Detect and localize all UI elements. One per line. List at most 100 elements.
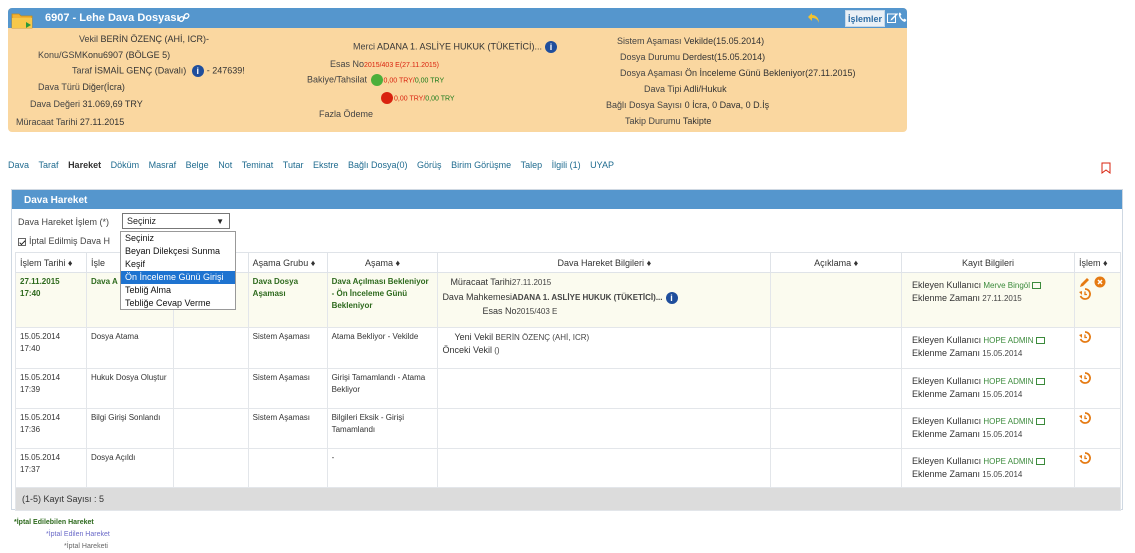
empty-cell bbox=[172, 448, 249, 488]
date-cell: 15.05.2014 17:37 bbox=[15, 448, 87, 488]
info-cell: Müracaat Tarihi27.11.2015 Dava Mahkemesi… bbox=[437, 272, 772, 328]
bakiye-field: Bakiye/Tahsilat 0,00 TRY/0,00 TRY bbox=[307, 74, 445, 86]
tab-bagli-dosya[interactable]: Bağlı Dosya(0) bbox=[348, 160, 408, 170]
tab-not[interactable]: Not bbox=[218, 160, 232, 170]
info-cell bbox=[437, 408, 772, 449]
link-icon[interactable] bbox=[178, 12, 190, 24]
arrow-down-icon bbox=[381, 92, 393, 104]
tab-talep[interactable]: Talep bbox=[521, 160, 543, 170]
tab-birim-gorusme[interactable]: Birim Görüşme bbox=[451, 160, 511, 170]
phone-icon[interactable] bbox=[898, 12, 907, 23]
edit-icon[interactable] bbox=[887, 12, 898, 23]
hareket-islem-dropdown[interactable]: Seçiniz Beyan Dilekçesi Sunma Keşif Ön İ… bbox=[120, 231, 236, 310]
kayit-cell: Ekleyen Kullanıcı HOPE ADMIN Eklenme Zam… bbox=[901, 368, 1075, 409]
actions-cell bbox=[1073, 368, 1122, 409]
history-icon[interactable] bbox=[1078, 452, 1091, 464]
vekil-field: Vekil BERİN ÖZENÇ (AHİ, ICR)- bbox=[79, 34, 210, 44]
mail-icon[interactable] bbox=[1035, 337, 1045, 345]
hareket-islem-select[interactable]: Seçiniz ▼ bbox=[122, 213, 230, 229]
aciklama-cell bbox=[770, 368, 903, 409]
iptal-edilmis-checkbox[interactable] bbox=[18, 237, 26, 246]
tab-dokum[interactable]: Döküm bbox=[111, 160, 140, 170]
history-icon[interactable] bbox=[1078, 372, 1091, 384]
dropdown-option[interactable]: Tebliğ Alma bbox=[121, 284, 235, 297]
col-islem-tarihi[interactable]: İşlem Tarihi ♦ bbox=[15, 252, 87, 273]
table-row: 15.05.2014 17:40 Dosya Atama Sistem Aşama… bbox=[15, 327, 1122, 369]
asama-cell: - bbox=[326, 448, 439, 488]
asama-cell: Dava Açılması Bekleniyor - Ön İnceleme G… bbox=[326, 272, 439, 328]
tab-bar: Dava Taraf Hareket Döküm Masraf Belge No… bbox=[8, 160, 621, 172]
table-row: 15.05.2014 17:39 Hukuk Dosya Oluştur Sist… bbox=[15, 368, 1122, 409]
table-row: 15.05.2014 17:36 Bilgi Girişi Sonlandı Si… bbox=[15, 408, 1122, 449]
dropdown-option-selected[interactable]: Ön İnceleme Günü Girişi bbox=[121, 271, 235, 284]
muracaat-field: Müracaat Tarihi 27.11.2015 bbox=[16, 117, 125, 127]
cancel-icon[interactable] bbox=[1094, 276, 1106, 288]
aciklama-cell bbox=[770, 408, 903, 449]
hareket-islem-label: Dava Hareket İşlem (*) bbox=[18, 217, 110, 227]
dropdown-option[interactable]: Keşif bbox=[121, 258, 235, 271]
empty-cell bbox=[172, 327, 249, 369]
col-kayit-bilgileri: Kayıt Bilgileri bbox=[901, 252, 1075, 273]
iptal-edilmis-checkbox-row[interactable]: İptal Edilmiş Dava H bbox=[18, 236, 110, 246]
asama-cell: Bilgileri Eksik - Girişi Tamamlandı bbox=[326, 408, 439, 449]
mail-icon[interactable] bbox=[1032, 282, 1041, 290]
history-icon[interactable] bbox=[1078, 288, 1091, 300]
tab-dava[interactable]: Dava bbox=[8, 160, 29, 170]
dropdown-option[interactable]: Seçiniz bbox=[121, 232, 235, 245]
tab-teminat[interactable]: Teminat bbox=[242, 160, 274, 170]
grup-cell: Sistem Aşaması bbox=[247, 368, 328, 409]
dropdown-option[interactable]: Tebliğe Cevap Verme bbox=[121, 297, 235, 310]
info-cell: Yeni Vekil BERİN ÖZENÇ (AHİ, ICR) Önceki… bbox=[437, 327, 772, 369]
actions-cell bbox=[1073, 272, 1122, 328]
col-aciklama[interactable]: Açıklama ♦ bbox=[770, 252, 903, 273]
col-asama[interactable]: Aşama ♦ bbox=[326, 252, 439, 273]
date-cell: 15.05.2014 17:40 bbox=[15, 327, 87, 369]
info-icon[interactable]: i bbox=[545, 41, 558, 53]
mail-icon[interactable] bbox=[1035, 378, 1045, 386]
tahsilat-line: 0,00 TRY/0,00 TRY bbox=[380, 92, 455, 104]
tab-belge[interactable]: Belge bbox=[186, 160, 209, 170]
mail-icon[interactable] bbox=[1035, 458, 1045, 466]
grup-cell: Dava Dosya Aşaması bbox=[247, 272, 328, 328]
asama-cell: Girişi Tamamlandı - Atama Bekliyor bbox=[326, 368, 439, 409]
tab-uyap[interactable]: UYAP bbox=[590, 160, 614, 170]
mail-icon[interactable] bbox=[1035, 418, 1045, 426]
checkbox-label: İptal Edilmiş Dava H bbox=[29, 236, 111, 246]
grup-cell bbox=[247, 448, 328, 488]
actions-cell bbox=[1073, 448, 1122, 488]
islem-cell: Dosya Açıldı bbox=[85, 448, 174, 488]
info-cell bbox=[437, 368, 772, 409]
table-footer: (1-5) Kayıt Sayısı : 5 bbox=[15, 487, 1121, 511]
tab-gorus[interactable]: Görüş bbox=[417, 160, 442, 170]
tab-ekstre[interactable]: Ekstre bbox=[313, 160, 339, 170]
tab-tutar[interactable]: Tutar bbox=[283, 160, 304, 170]
tab-hareket[interactable]: Hareket bbox=[68, 160, 101, 170]
taraf-field: Taraf İSMAİL GENÇ (Davalı) i- 247639! bbox=[72, 65, 245, 77]
history-icon[interactable] bbox=[1078, 412, 1091, 424]
aciklama-cell bbox=[770, 327, 903, 369]
col-asama-grubu[interactable]: Aşama Grubu ♦ bbox=[247, 252, 328, 273]
tab-masraf[interactable]: Masraf bbox=[149, 160, 177, 170]
dropdown-option[interactable]: Beyan Dilekçesi Sunma bbox=[121, 245, 235, 258]
case-title: 6907 - Lehe Dava Dosyası bbox=[45, 12, 180, 24]
info-cell bbox=[437, 448, 772, 488]
info-icon[interactable]: i bbox=[191, 65, 204, 77]
actions-button[interactable]: İşlemler bbox=[845, 10, 885, 27]
islem-cell: Bilgi Girişi Sonlandı bbox=[85, 408, 174, 449]
pencil-icon[interactable] bbox=[1079, 276, 1091, 288]
dava-tipi-field: Dava Tipi Adli/Hukuk bbox=[644, 84, 727, 94]
col-islem-actions[interactable]: İşlem ♦ bbox=[1073, 252, 1122, 273]
tab-taraf[interactable]: Taraf bbox=[39, 160, 59, 170]
tab-ilgili[interactable]: İlgili (1) bbox=[552, 160, 581, 170]
kayit-cell: Ekleyen Kullanıcı Merve Bingöl Eklenme Z… bbox=[901, 272, 1075, 328]
aciklama-cell bbox=[770, 448, 903, 488]
undo-icon[interactable] bbox=[807, 11, 821, 25]
col-hareket-bilgileri[interactable]: Dava Hareket Bilgileri ♦ bbox=[437, 252, 772, 273]
bookmark-icon[interactable] bbox=[1101, 162, 1111, 174]
history-icon[interactable] bbox=[1078, 331, 1091, 343]
info-icon[interactable]: i bbox=[665, 291, 678, 304]
actions-cell bbox=[1073, 327, 1122, 369]
esas-field: Esas No2015/403 E(27.11.2015) bbox=[330, 59, 440, 69]
dosya-asamasi-field: Dosya Aşaması Ön İnceleme Günü Bekleniyo… bbox=[620, 68, 856, 78]
panel-title: Dava Hareket bbox=[12, 190, 1122, 209]
